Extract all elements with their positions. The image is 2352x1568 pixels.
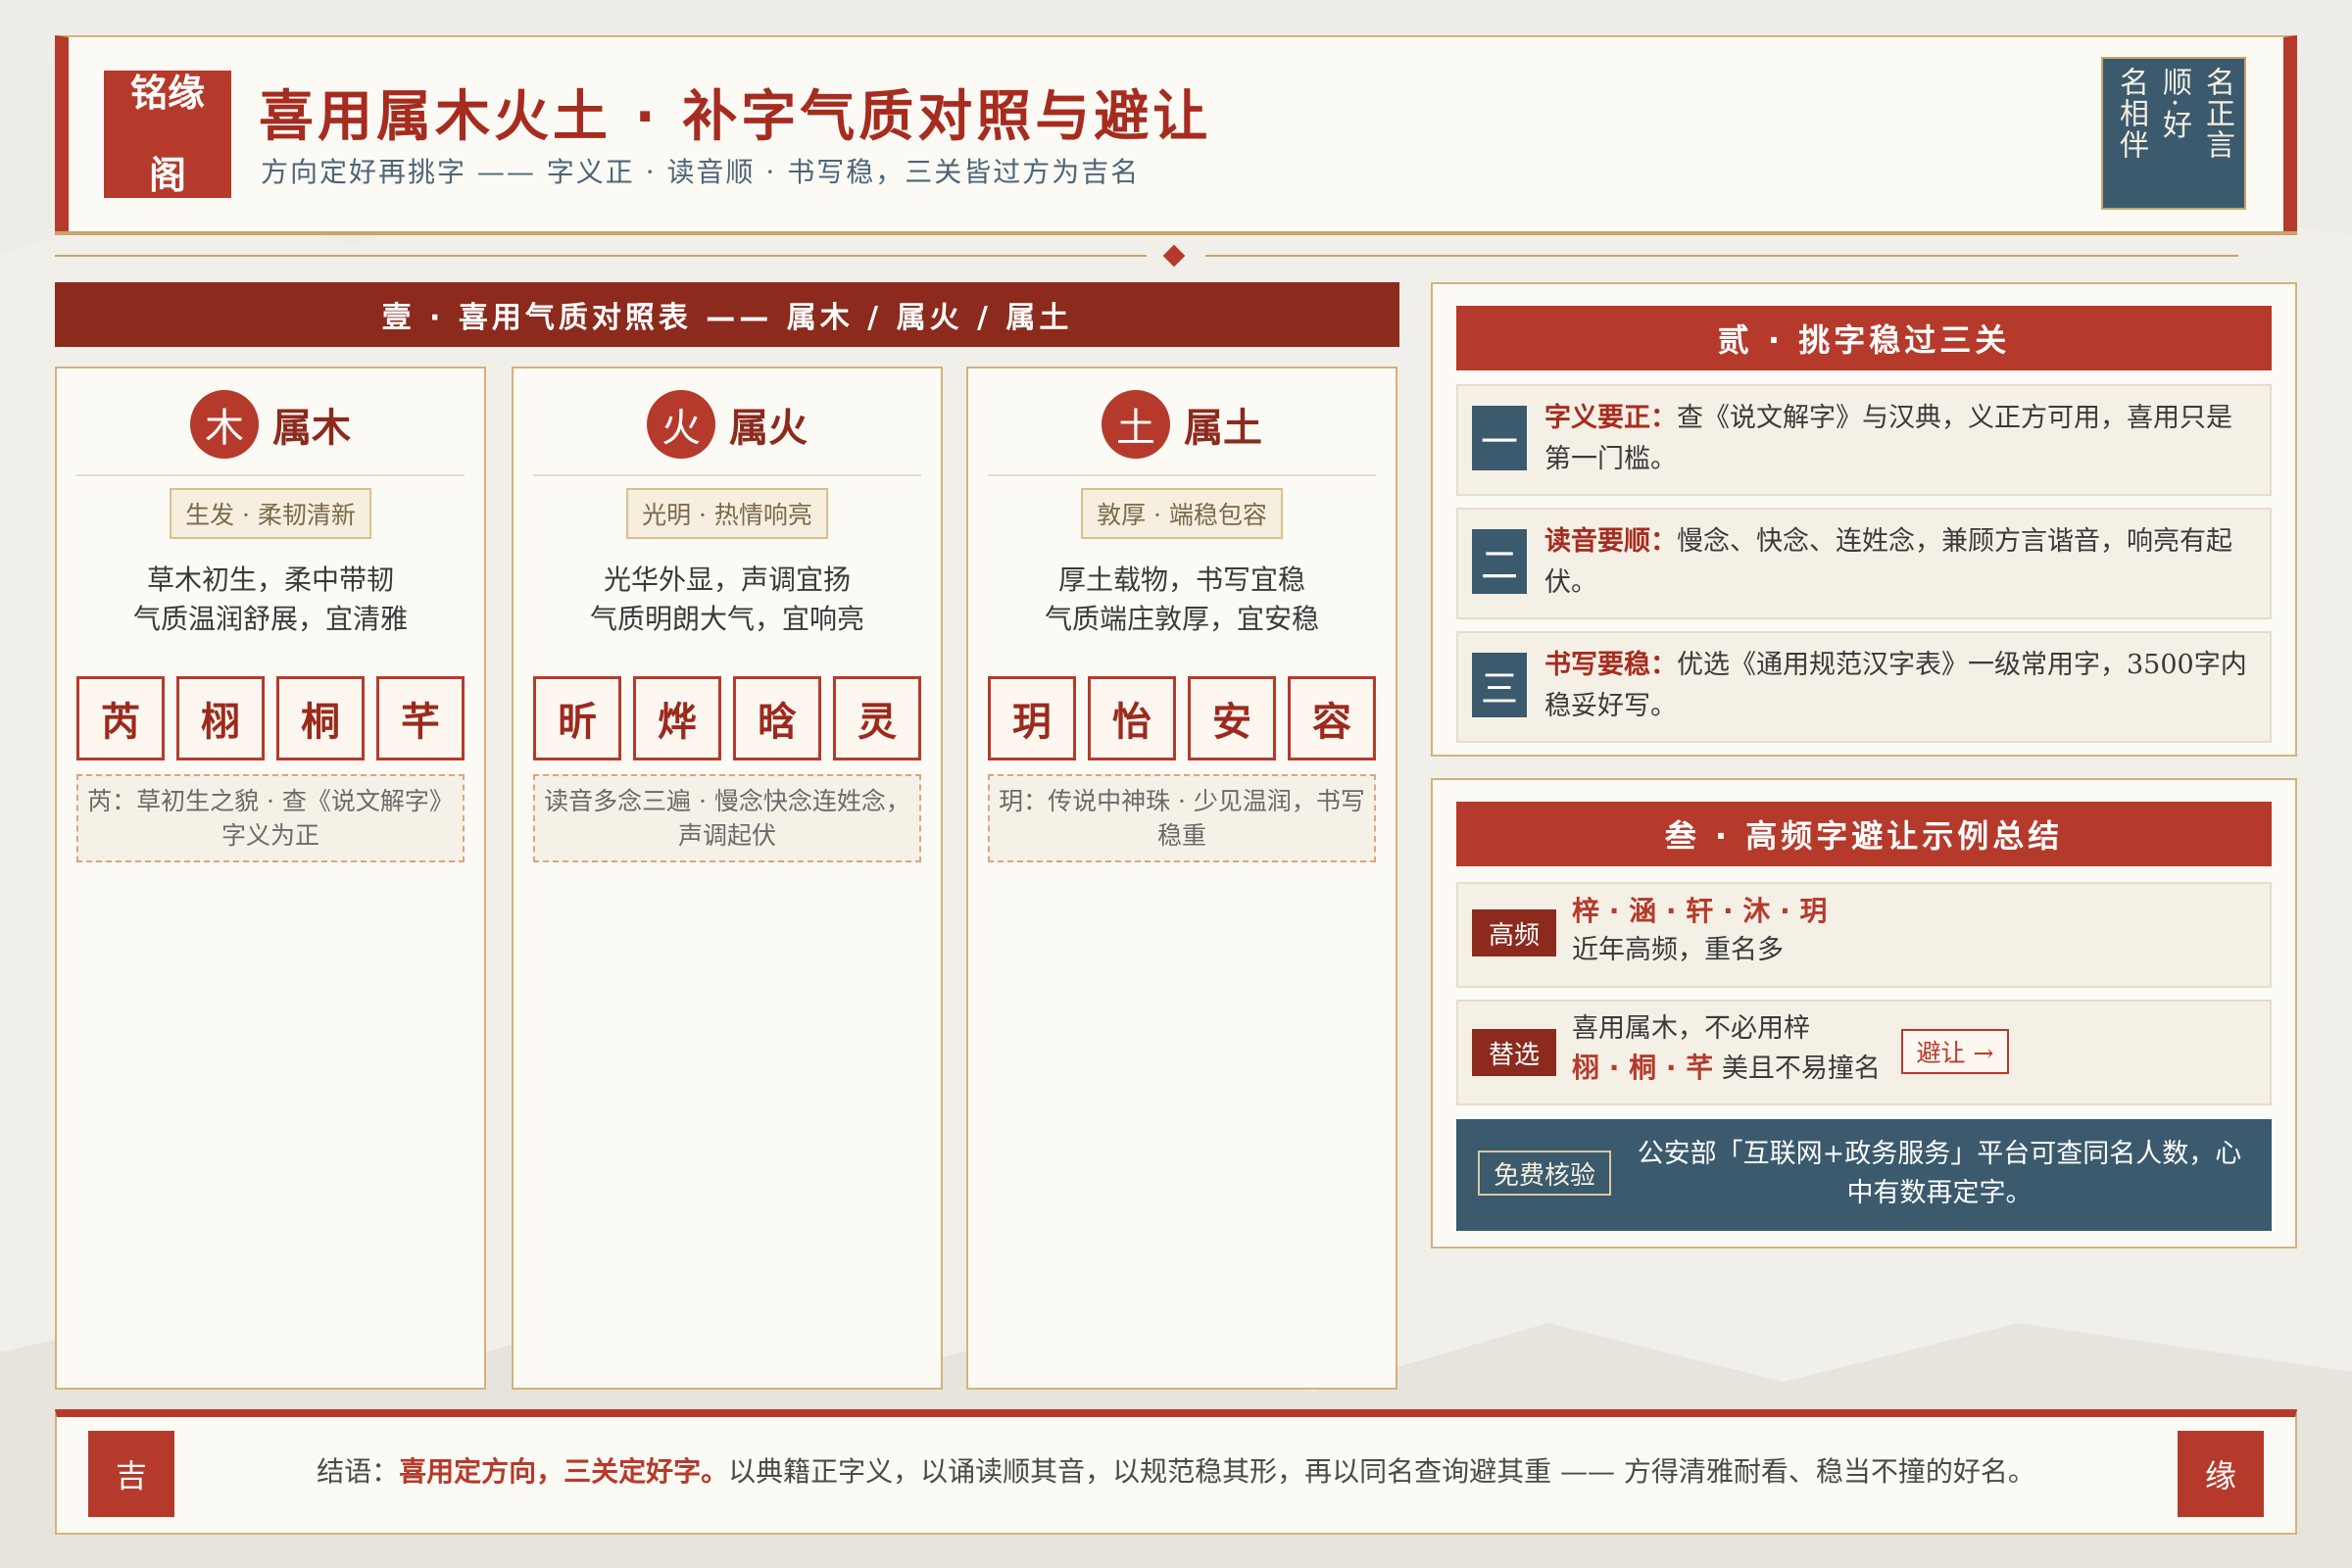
alternative-chars: 栩 · 桐 · 芊 (1572, 1052, 1714, 1084)
footer-emphasis: 喜用定方向，三关定好字。 (399, 1455, 729, 1488)
element-note: 玥：传说中神珠 · 少见温润，书写稳重 (988, 774, 1376, 862)
char-card[interactable]: 晗 (733, 676, 821, 760)
element-description: 厚土载物，书写宜稳 气质端庄敦厚，宜安稳 (968, 561, 1396, 639)
char-card[interactable]: 灵 (833, 676, 921, 760)
element-head: 土 属土 (968, 386, 1396, 463)
alternative-item: 替选 喜用属木，不必用梓 栩 · 桐 · 芊 美且不易撞名 避让 → (1456, 1000, 2272, 1105)
high-frequency-content: 梓 · 涵 · 轩 · 沐 · 玥 近年高频，重名多 (1572, 892, 1828, 970)
rule-item: 一 字义要正：查《说文解字》与汉典，义正方可用，喜用只是第一门槛。 (1456, 384, 2272, 496)
page-subtitle: 方向定好再挑字 —— 字义正 · 读音顺 · 书写稳，三关皆过方为吉名 (261, 156, 1141, 188)
seal-line-1: 铭缘 (129, 72, 205, 115)
element-name: 属土 (1184, 406, 1262, 451)
section3-panel: 叁 · 高频字避让示例总结 高频 梓 · 涵 · 轩 · 沐 · 玥 近年高频，… (1431, 778, 2297, 1249)
element-description: 草木初生，柔中带韧 气质温润舒展，宜清雅 (57, 561, 484, 639)
high-frequency-chars: 梓 · 涵 · 轩 · 沐 · 玥 (1572, 895, 1828, 927)
motto-col-3: 名相伴 (2114, 67, 2148, 161)
char-card[interactable]: 昕 (533, 676, 621, 760)
char-list: 芮 栩 桐 芊 (76, 676, 465, 760)
rule-label: 读音要顺： (1544, 526, 1677, 557)
rule-text: 读音要顺：慢念、快念、连姓念，兼顾方言谐音，响亮有起伏。 (1544, 521, 2250, 604)
alternative-tag: 替选 (1472, 1029, 1556, 1076)
header-underline (55, 231, 2297, 235)
element-tag: 光明 · 热情响亮 (626, 488, 828, 539)
element-name: 属火 (729, 406, 808, 451)
element-description: 光华外显，声调宜扬 气质明朗大气，宜响亮 (514, 561, 941, 639)
footer-prefix: 结语： (317, 1455, 400, 1488)
motto-col-1: 名正言 (2200, 67, 2234, 161)
alternative-content: 喜用属木，不必用梓 栩 · 桐 · 芊 美且不易撞名 (1572, 1009, 1881, 1089)
avoid-button[interactable]: 避让 → (1901, 1029, 2009, 1074)
desc-line-1: 光华外显，声调宜扬 (603, 564, 851, 596)
alternative-line-1: 喜用属木，不必用梓 (1572, 1013, 1810, 1044)
section2-panel: 贰 · 挑字稳过三关 一 字义要正：查《说文解字》与汉典，义正方可用，喜用只是第… (1431, 282, 2297, 757)
char-card[interactable]: 栩 (176, 676, 265, 760)
page-title: 喜用属木火土 · 补字气质对照与避让 (259, 85, 1212, 149)
element-head: 火 属火 (514, 386, 941, 463)
high-frequency-text: 近年高频，重名多 (1572, 935, 1784, 965)
char-card[interactable]: 怡 (1088, 676, 1176, 760)
rule-item: 二 读音要顺：慢念、快念、连姓念，兼顾方言谐音，响亮有起伏。 (1456, 508, 2272, 619)
fire-icon: 火 (647, 390, 715, 459)
element-tag: 敦厚 · 端稳包容 (1081, 488, 1283, 539)
verify-box: 免费核验 公安部「互联网+政务服务」平台可查同名人数，心中有数再定字。 (1456, 1119, 2272, 1231)
rule-number: 三 (1472, 653, 1527, 717)
high-frequency-tag: 高频 (1472, 909, 1556, 956)
element-card-earth: 土 属土 敦厚 · 端稳包容 厚土载物，书写宜稳 气质端庄敦厚，宜安稳 玥 怡 … (966, 367, 1397, 1390)
char-card[interactable]: 安 (1188, 676, 1276, 760)
element-name: 属木 (272, 406, 351, 451)
rule-text: 字义要正：查《说文解字》与汉典，义正方可用，喜用只是第一门槛。 (1544, 398, 2250, 480)
desc-line-1: 草木初生，柔中带韧 (146, 564, 394, 596)
divider-left (55, 255, 1147, 257)
rule-item: 三 书写要稳：优选《通用规范汉字表》一级常用字，3500字内稳妥好写。 (1456, 631, 2272, 743)
divider-right (1205, 255, 2238, 257)
alternative-line-2: 栩 · 桐 · 芊 美且不易撞名 (1572, 1049, 1881, 1089)
footer-text: 以典籍正字义，以诵读顺其音，以规范稳其形，再以同名查询避其重 —— 方得清雅耐看… (728, 1455, 2035, 1488)
element-card-fire: 火 属火 光明 · 热情响亮 光华外显，声调宜扬 气质明朗大气，宜响亮 昕 烨 … (512, 367, 943, 1390)
earth-icon: 土 (1102, 390, 1170, 459)
element-divider (76, 474, 465, 476)
char-list: 玥 怡 安 容 (988, 676, 1376, 760)
char-card[interactable]: 玥 (988, 676, 1076, 760)
seal-line-2: 阁 (148, 154, 186, 197)
alternative-note: 美且不易撞名 (1721, 1054, 1881, 1084)
verify-text: 公安部「互联网+政务服务」平台可查同名人数，心中有数再定字。 (1637, 1139, 2242, 1208)
rule-label: 书写要稳： (1544, 650, 1677, 680)
element-divider (988, 474, 1376, 476)
element-head: 木 属木 (57, 386, 484, 463)
motto-seal: 名正言 顺·好 名相伴 (2101, 57, 2246, 210)
brand-seal-logo: 铭缘阁 (104, 71, 231, 198)
char-card[interactable]: 芊 (376, 676, 465, 760)
element-divider (533, 474, 921, 476)
high-frequency-item: 高频 梓 · 涵 · 轩 · 沐 · 玥 近年高频，重名多 (1456, 882, 2272, 988)
rule-number: 二 (1472, 529, 1527, 594)
desc-line-2: 气质温润舒展，宜清雅 (132, 603, 408, 635)
char-card[interactable]: 桐 (276, 676, 365, 760)
desc-line-1: 厚土载物，书写宜稳 (1057, 564, 1305, 596)
section2-title: 贰 · 挑字稳过三关 (1456, 306, 2272, 370)
element-note: 读音多念三遍 · 慢念快念连姓念，声调起伏 (533, 774, 921, 862)
section3-title: 叁 · 高频字避让示例总结 (1456, 802, 2272, 866)
element-tag: 生发 · 柔韧清新 (170, 488, 371, 539)
char-card[interactable]: 容 (1288, 676, 1376, 760)
footer-conclusion: 结语：喜用定方向，三关定好字。以典籍正字义，以诵读顺其音，以规范稳其形，再以同名… (196, 1450, 2156, 1490)
left-seal: 吉 (88, 1431, 174, 1517)
wood-icon: 木 (190, 390, 259, 459)
verify-tag[interactable]: 免费核验 (1478, 1151, 1611, 1196)
char-card[interactable]: 芮 (76, 676, 165, 760)
rule-label: 字义要正： (1544, 403, 1677, 433)
rule-text: 书写要稳：优选《通用规范汉字表》一级常用字，3500字内稳妥好写。 (1544, 645, 2250, 727)
desc-line-2: 气质明朗大气，宜响亮 (589, 603, 864, 635)
char-list: 昕 烨 晗 灵 (533, 676, 921, 760)
section1-title: 壹 · 喜用气质对照表 —— 属木 / 属火 / 属土 (55, 282, 1399, 347)
element-note: 芮：草初生之貌 · 查《说文解字》字义为正 (76, 774, 465, 862)
desc-line-2: 气质端庄敦厚，宜安稳 (1044, 603, 1319, 635)
rule-number: 一 (1472, 406, 1527, 470)
char-card[interactable]: 烨 (633, 676, 721, 760)
element-card-wood: 木 属木 生发 · 柔韧清新 草木初生，柔中带韧 气质温润舒展，宜清雅 芮 栩 … (55, 367, 486, 1390)
right-seal: 缘 (2178, 1431, 2264, 1517)
motto-col-2: 顺·好 (2157, 67, 2191, 141)
